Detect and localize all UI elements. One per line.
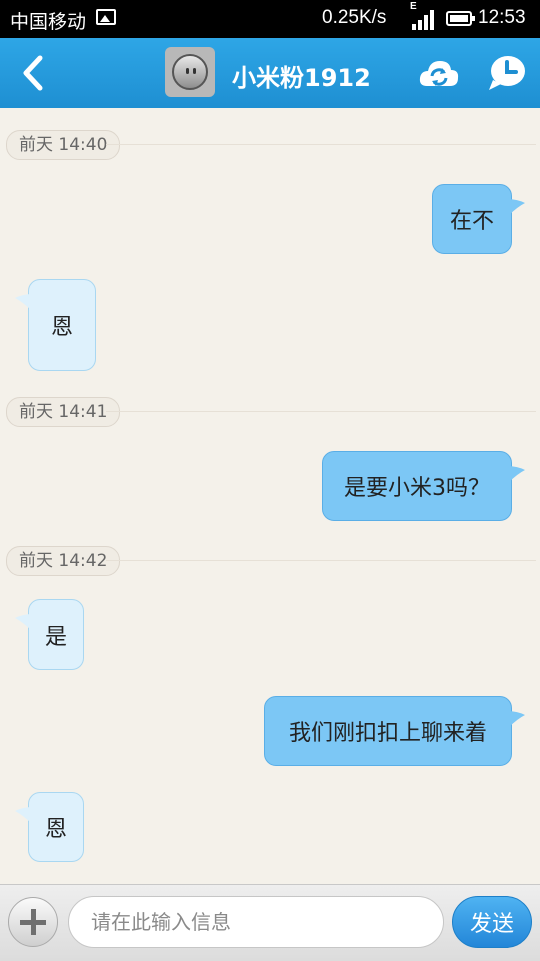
clock: 12:53 bbox=[478, 7, 526, 28]
sent-message[interactable]: 我们刚扣扣上聊来着 bbox=[264, 696, 525, 766]
timestamp: 前天 14:40 bbox=[6, 130, 121, 160]
message-text: 是要小米3吗？ bbox=[344, 476, 490, 501]
cloud-sync-button[interactable] bbox=[418, 56, 460, 90]
message-text: 恩 bbox=[44, 817, 67, 842]
sent-message[interactable]: 在不 bbox=[432, 184, 525, 254]
carrier-label: 中国移动 bbox=[10, 12, 87, 33]
bubble-tail bbox=[15, 294, 33, 312]
message-text: 是 bbox=[44, 624, 67, 650]
timestamp: 前天 14:41 bbox=[6, 397, 121, 427]
network-speed: 0.25K/s bbox=[322, 7, 387, 28]
received-message[interactable]: 是 bbox=[15, 599, 84, 670]
bubble-tail bbox=[507, 199, 525, 217]
network-type: E bbox=[410, 1, 417, 12]
bubble-tail bbox=[507, 466, 525, 484]
message-text: 在不 bbox=[449, 209, 494, 234]
status-bar: 中国移动 0.25K/s E 12:53 bbox=[0, 0, 540, 38]
divider-line bbox=[106, 411, 536, 412]
clock-bubble-icon bbox=[489, 56, 525, 90]
bubble-tail bbox=[507, 711, 525, 729]
received-message[interactable]: 恩 bbox=[15, 279, 96, 371]
image-notification-icon bbox=[96, 9, 116, 25]
attach-plus-button[interactable] bbox=[8, 897, 58, 947]
cloud-sync-icon bbox=[419, 61, 459, 86]
divider-line bbox=[106, 144, 536, 145]
chat-title: 小米粉1912 bbox=[232, 64, 371, 92]
composer-bar: 发送 bbox=[0, 884, 540, 961]
send-button[interactable]: 发送 bbox=[452, 896, 532, 948]
message-text: 我们刚扣扣上聊来着 bbox=[288, 721, 487, 746]
avatar-face-icon bbox=[172, 54, 208, 90]
message-input[interactable] bbox=[68, 896, 444, 948]
message-text: 恩 bbox=[50, 315, 73, 340]
bubble-tail bbox=[15, 807, 33, 825]
back-button[interactable] bbox=[14, 52, 54, 94]
contact-avatar[interactable] bbox=[165, 47, 215, 97]
time-divider: 前天 14:40 bbox=[6, 130, 540, 160]
chevron-left-icon bbox=[23, 55, 43, 91]
signal-icon: E bbox=[410, 1, 436, 30]
history-button[interactable] bbox=[487, 54, 527, 92]
battery-icon bbox=[446, 11, 475, 26]
received-message[interactable]: 恩 bbox=[15, 792, 84, 862]
bubble-tail bbox=[15, 614, 33, 632]
time-divider: 前天 14:41 bbox=[6, 397, 540, 427]
timestamp: 前天 14:42 bbox=[6, 546, 121, 576]
sent-message[interactable]: 是要小米3吗？ bbox=[322, 451, 525, 521]
time-divider: 前天 14:42 bbox=[6, 546, 540, 576]
divider-line bbox=[106, 560, 536, 561]
